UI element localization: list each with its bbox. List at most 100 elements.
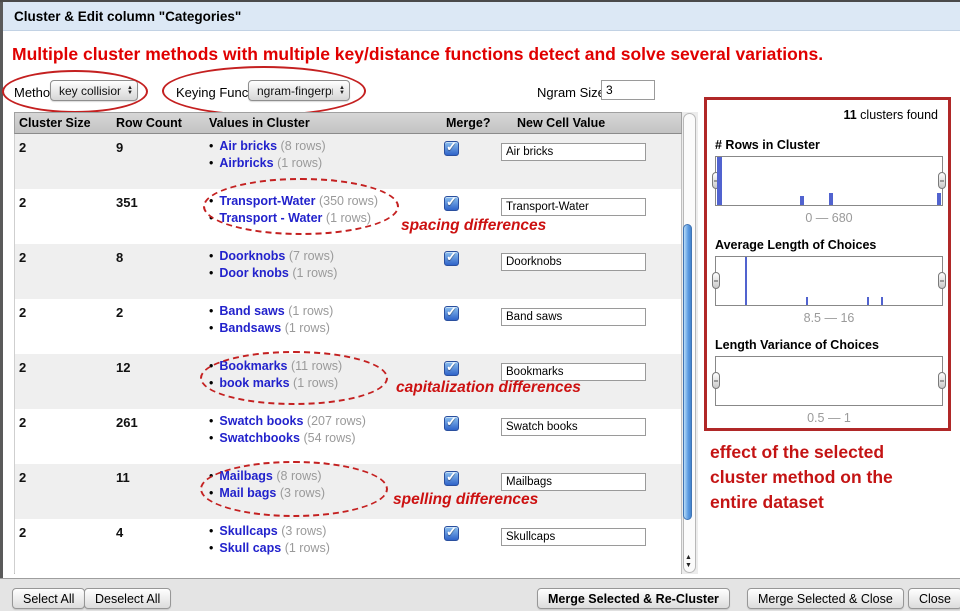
checkmark-icon: ✓ <box>446 139 457 155</box>
values-in-cluster-cell: •Transport-Water (350 rows) •Transport -… <box>209 193 378 227</box>
table-row: 2 351 •Transport-Water (350 rows) •Trans… <box>15 189 681 244</box>
checkmark-icon: ✓ <box>446 249 457 265</box>
merge-checkbox[interactable]: ✓ <box>444 196 459 211</box>
merge-checkbox[interactable]: ✓ <box>444 416 459 431</box>
cluster-value-link[interactable]: book marks <box>219 376 289 390</box>
range-slider-handle-right[interactable] <box>938 272 946 289</box>
merge-selected-close-button[interactable]: Merge Selected & Close <box>747 588 904 609</box>
length-variance-histogram <box>715 356 943 406</box>
value-row-count: (54 rows) <box>303 431 355 445</box>
range-slider-handle-right[interactable] <box>938 172 946 189</box>
keying-function-select[interactable]: ngram-fingerprint ▲ ▼ <box>248 80 350 101</box>
cluster-value-link[interactable]: Airbricks <box>219 156 273 170</box>
cluster-value-link[interactable]: Bookmarks <box>219 359 287 373</box>
value-row-count: (11 rows) <box>291 359 342 373</box>
range-slider-handle-left[interactable] <box>712 372 720 389</box>
cluster-value-link[interactable]: Mailbags <box>219 469 273 483</box>
values-in-cluster-cell: •Doorknobs (7 rows) •Door knobs (1 rows) <box>209 248 337 282</box>
cluster-size-cell: 2 <box>19 525 26 540</box>
checkmark-icon: ✓ <box>446 304 457 320</box>
histogram-bar <box>881 297 883 305</box>
keying-selected-value: ngram-fingerprint <box>257 84 333 98</box>
dialog-title: Cluster & Edit column "Categories" <box>14 9 241 24</box>
select-all-button[interactable]: Select All <box>12 588 85 609</box>
table-row: 2 261 •Swatch books (207 rows) •Swatchbo… <box>15 409 681 464</box>
clusters-found-status: 11 clusters found <box>843 108 938 122</box>
cluster-value-link[interactable]: Bandsaws <box>219 321 281 335</box>
merge-selected-recluster-button[interactable]: Merge Selected & Re-Cluster <box>537 588 730 609</box>
cluster-table-header: Cluster Size Row Count Values in Cluster… <box>14 112 682 134</box>
cluster-value-link[interactable]: Skull caps <box>219 541 281 555</box>
checkmark-icon: ✓ <box>446 469 457 485</box>
cluster-value-link[interactable]: Mail bags <box>219 486 276 500</box>
scrollbar-thumb[interactable] <box>683 224 692 520</box>
new-cell-value-input[interactable] <box>501 308 646 326</box>
value-row-count: (1 rows) <box>288 304 333 318</box>
facet-range-label: 0 — 680 <box>715 211 943 225</box>
facet-panel: 11 clusters found # Rows in Cluster 0 — … <box>704 97 951 431</box>
capitalization-annotation: capitalization differences <box>396 379 581 397</box>
cluster-value-link[interactable]: Swatchbooks <box>219 431 300 445</box>
value-row-count: (350 rows) <box>319 194 378 208</box>
histogram-bar <box>745 257 747 305</box>
cluster-value-link[interactable]: Transport - Water <box>219 211 322 225</box>
cluster-value-link[interactable]: Skullcaps <box>219 524 277 538</box>
range-slider-handle-left[interactable] <box>712 272 720 289</box>
value-row-count: (1 rows) <box>277 156 322 170</box>
merge-checkbox[interactable]: ✓ <box>444 361 459 376</box>
average-length-histogram <box>715 256 943 306</box>
values-in-cluster-cell: •Band saws (1 rows) •Bandsaws (1 rows) <box>209 303 333 337</box>
method-select[interactable]: key collision ▲ ▼ <box>50 80 138 101</box>
table-row: 2 2 •Band saws (1 rows) •Bandsaws (1 row… <box>15 299 681 354</box>
value-row-count: (3 rows) <box>281 524 326 538</box>
scroll-down-icon[interactable]: ▼ <box>682 562 695 570</box>
merge-checkbox[interactable]: ✓ <box>444 306 459 321</box>
new-cell-value-input[interactable] <box>501 473 646 491</box>
new-cell-value-input[interactable] <box>501 528 646 546</box>
cluster-size-cell: 2 <box>19 305 26 320</box>
header-row-count: Row Count <box>116 116 182 130</box>
cluster-value-link[interactable]: Air bricks <box>219 139 277 153</box>
cluster-value-link[interactable]: Band saws <box>219 304 284 318</box>
merge-checkbox[interactable]: ✓ <box>444 471 459 486</box>
range-slider-handle-right[interactable] <box>938 372 946 389</box>
row-count-cell: 2 <box>116 305 123 320</box>
ngram-size-input[interactable] <box>601 80 655 100</box>
clusters-found-count: 11 <box>843 108 856 122</box>
value-row-count: (207 rows) <box>307 414 366 428</box>
dropdown-arrows-icon: ▲ ▼ <box>127 86 133 96</box>
new-cell-value-input[interactable] <box>501 198 646 216</box>
table-scrollbar[interactable]: ▲ ▼ <box>682 112 698 574</box>
scrollbar-arrows[interactable]: ▲ ▼ <box>682 554 695 570</box>
bullet-icon: • <box>209 359 213 373</box>
bullet-icon: • <box>209 156 213 170</box>
merge-checkbox[interactable]: ✓ <box>444 526 459 541</box>
merge-checkbox[interactable]: ✓ <box>444 251 459 266</box>
close-button[interactable]: Close <box>908 588 960 609</box>
cluster-value-link[interactable]: Doorknobs <box>219 249 285 263</box>
facet-range-label: 8.5 — 16 <box>715 311 943 325</box>
row-count-cell: 261 <box>116 415 138 430</box>
row-count-cell: 12 <box>116 360 130 375</box>
annotation-heading: Multiple cluster methods with multiple k… <box>12 44 956 65</box>
bullet-icon: • <box>209 524 213 538</box>
value-row-count: (1 rows) <box>285 541 330 555</box>
scroll-up-icon[interactable]: ▲ <box>682 554 695 562</box>
bullet-icon: • <box>209 431 213 445</box>
cluster-value-link[interactable]: Swatch books <box>219 414 303 428</box>
value-row-count: (1 rows) <box>285 321 330 335</box>
bullet-icon: • <box>209 414 213 428</box>
cluster-value-link[interactable]: Door knobs <box>219 266 288 280</box>
merge-checkbox[interactable]: ✓ <box>444 141 459 156</box>
bullet-icon: • <box>209 266 213 280</box>
cluster-table-body: 2 9 •Air bricks (8 rows) •Airbricks (1 r… <box>14 134 682 574</box>
method-selected-value: key collision <box>59 84 121 98</box>
bullet-icon: • <box>209 194 213 208</box>
cluster-value-link[interactable]: Transport-Water <box>219 194 315 208</box>
new-cell-value-input[interactable] <box>501 418 646 436</box>
histogram-bar <box>829 193 833 205</box>
deselect-all-button[interactable]: Deselect All <box>84 588 171 609</box>
values-in-cluster-cell: • Swatch books (207 rows) • Swatchbooks (5… <box>209 413 366 447</box>
new-cell-value-input[interactable] <box>501 253 646 271</box>
new-cell-value-input[interactable] <box>501 143 646 161</box>
